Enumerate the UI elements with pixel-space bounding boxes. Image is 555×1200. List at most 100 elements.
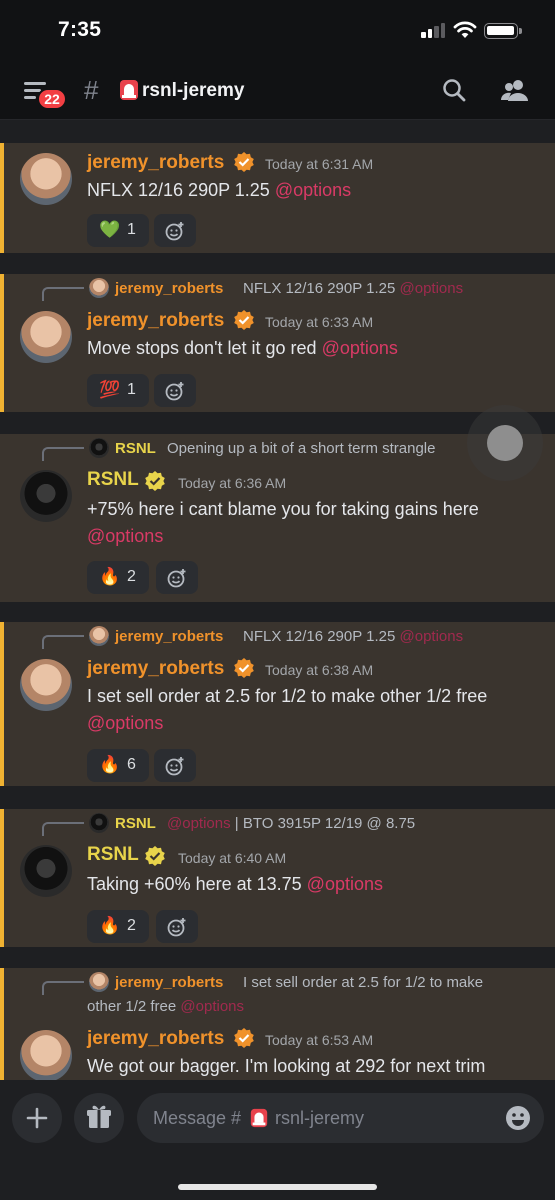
reaction-count: 1 — [127, 221, 136, 238]
message-author[interactable]: jeremy_roberts — [87, 310, 224, 332]
reply-author[interactable]: jeremy_roberts — [115, 974, 223, 991]
message-composer: Message # rsnl-jeremy — [0, 1080, 555, 1200]
message-author[interactable]: jeremy_roberts — [87, 1028, 224, 1050]
message-timestamp: Today at 6:36 AM — [178, 475, 287, 491]
reaction-button[interactable]: 🔥 2 — [87, 910, 149, 943]
reaction-emoji: 🔥 — [99, 755, 121, 774]
add-reaction-icon — [167, 569, 186, 588]
cellular-signal-icon — [421, 22, 447, 38]
avatar[interactable] — [20, 845, 72, 897]
attach-button[interactable] — [12, 1093, 62, 1143]
reaction-emoji: 🔥 — [99, 567, 121, 586]
role-mention[interactable]: @options — [87, 526, 163, 546]
reaction-button[interactable]: 🔥 2 — [87, 561, 149, 594]
verified-icon — [234, 152, 254, 172]
members-icon[interactable] — [501, 78, 529, 102]
search-icon[interactable] — [442, 78, 466, 102]
reply-author[interactable]: jeremy_roberts — [115, 280, 223, 297]
reaction-button[interactable]: 🔥 6 — [87, 749, 149, 782]
message-author[interactable]: RSNL — [87, 469, 139, 491]
avatar[interactable] — [20, 311, 72, 363]
reaction-count: 6 — [127, 756, 136, 773]
message-timestamp: Today at 6:31 AM — [265, 156, 374, 172]
message-author[interactable]: jeremy_roberts — [87, 658, 224, 680]
message-content: +75% here i cant blame you for taking ga… — [87, 499, 479, 546]
message-item[interactable]: jeremy_roberts I set sell order at 2.5 f… — [0, 968, 555, 1080]
reply-avatar — [89, 278, 109, 298]
reaction-button[interactable]: 💯 1 — [87, 374, 149, 407]
avatar[interactable] — [20, 659, 72, 711]
reaction-count: 2 — [127, 568, 136, 585]
hash-icon: # — [84, 75, 99, 105]
add-reaction-button[interactable] — [154, 214, 196, 247]
message-timestamp: Today at 6:38 AM — [265, 662, 374, 678]
siren-icon — [250, 1108, 268, 1128]
add-reaction-button[interactable] — [156, 910, 198, 943]
message-timestamp: Today at 6:53 AM — [265, 1032, 374, 1048]
reply-preview[interactable]: @options | BTO 3915P 12/19 @ 8.75 — [167, 815, 415, 832]
message-item[interactable]: jeremy_roberts NFLX 12/16 290P 1.25 @opt… — [0, 274, 555, 412]
reply-preview[interactable]: Opening up a bit of a short term strangl… — [167, 440, 435, 457]
message-input[interactable]: Message # rsnl-jeremy — [137, 1093, 544, 1143]
reply-preview[interactable]: NFLX 12/16 290P 1.25 @options — [243, 280, 463, 297]
plus-icon — [26, 1107, 48, 1129]
reply-connector — [42, 822, 84, 836]
message-content: We got our bagger. I'm looking at 292 fo… — [87, 1056, 486, 1076]
reaction-emoji: 💯 — [99, 380, 121, 399]
verified-icon — [234, 310, 254, 330]
add-reaction-button[interactable] — [154, 749, 196, 782]
add-reaction-icon — [165, 757, 184, 776]
message-item[interactable]: jeremy_roberts Today at 6:31 AM NFLX 12/… — [0, 143, 555, 253]
add-reaction-button[interactable] — [156, 561, 198, 594]
reply-avatar — [89, 626, 109, 646]
emoji-icon[interactable] — [505, 1105, 531, 1131]
verified-icon — [234, 1028, 254, 1048]
verified-icon — [145, 471, 165, 491]
reaction-count: 1 — [127, 381, 136, 398]
input-channel-name: rsnl-jeremy — [275, 1108, 365, 1128]
avatar[interactable] — [20, 470, 72, 522]
reply-author[interactable]: RSNL — [115, 440, 156, 457]
role-mention[interactable]: @options — [307, 874, 383, 894]
reaction-emoji: 🔥 — [99, 916, 121, 935]
channel-header: 22 # rsnl-jeremy — [0, 62, 555, 120]
reply-connector — [42, 447, 84, 461]
reply-author[interactable]: jeremy_roberts — [115, 628, 223, 645]
status-time: 7:35 — [58, 18, 102, 41]
reaction-button[interactable]: 💚 1 — [87, 214, 149, 247]
message-item[interactable]: RSNL @options | BTO 3915P 12/19 @ 8.75 R… — [0, 809, 555, 947]
avatar[interactable] — [20, 153, 72, 205]
avatar[interactable] — [20, 1030, 72, 1080]
notification-badge: 22 — [37, 88, 67, 110]
home-indicator[interactable] — [178, 1184, 377, 1190]
reply-preview-continued[interactable]: other 1/2 free @options — [87, 998, 244, 1015]
message-item[interactable]: jeremy_roberts NFLX 12/16 290P 1.25 @opt… — [0, 622, 555, 786]
reply-avatar — [89, 972, 109, 992]
role-mention[interactable]: @options — [322, 338, 398, 358]
channel-title[interactable]: rsnl-jeremy — [142, 80, 244, 102]
role-mention[interactable]: @options — [87, 713, 163, 733]
message-feed[interactable]: jeremy_roberts Today at 6:31 AM NFLX 12/… — [0, 121, 555, 1080]
add-reaction-icon — [165, 382, 184, 401]
reply-connector — [42, 981, 84, 995]
reply-preview[interactable]: I set sell order at 2.5 for 1/2 to make — [243, 974, 483, 991]
gift-button[interactable] — [74, 1093, 124, 1143]
message-author[interactable]: RSNL — [87, 844, 139, 866]
input-placeholder: Message # — [153, 1108, 242, 1128]
message-content: Move stops don't let it go red @options — [87, 338, 398, 358]
reply-preview[interactable]: NFLX 12/16 290P 1.25 @options — [243, 628, 463, 645]
add-reaction-icon — [165, 222, 184, 241]
role-mention[interactable]: @options — [275, 180, 351, 200]
message-content: NFLX 12/16 290P 1.25 @options — [87, 180, 352, 200]
floating-action-button[interactable] — [467, 405, 543, 481]
gift-icon — [87, 1105, 111, 1128]
reply-connector — [42, 635, 84, 649]
reaction-emoji: 💚 — [99, 220, 121, 239]
message-author[interactable]: jeremy_roberts — [87, 152, 224, 174]
reply-author[interactable]: RSNL — [115, 815, 156, 832]
message-content: I set sell order at 2.5 for 1/2 to make … — [87, 686, 488, 733]
reply-connector — [42, 287, 84, 301]
add-reaction-button[interactable] — [154, 374, 196, 407]
reply-avatar — [89, 438, 109, 458]
status-bar: 7:35 — [0, 0, 555, 62]
